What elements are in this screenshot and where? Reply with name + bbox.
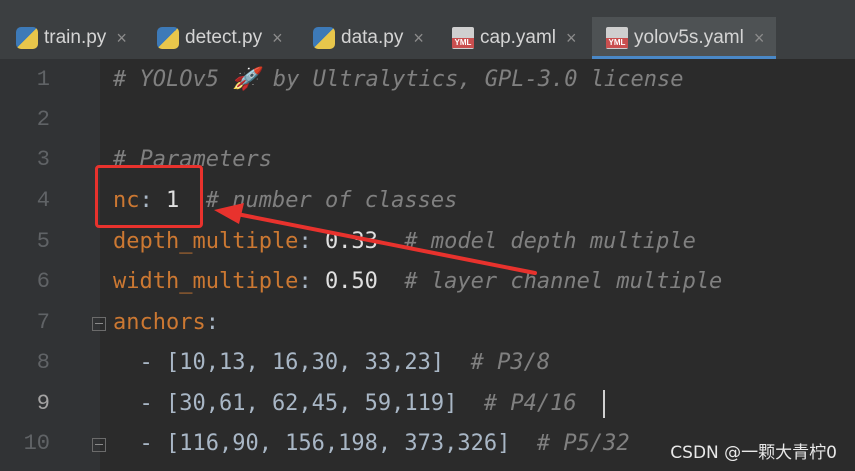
annotation-arrow <box>214 203 537 275</box>
watermark-text: CSDN @一颗大青柠0 <box>670 443 837 463</box>
